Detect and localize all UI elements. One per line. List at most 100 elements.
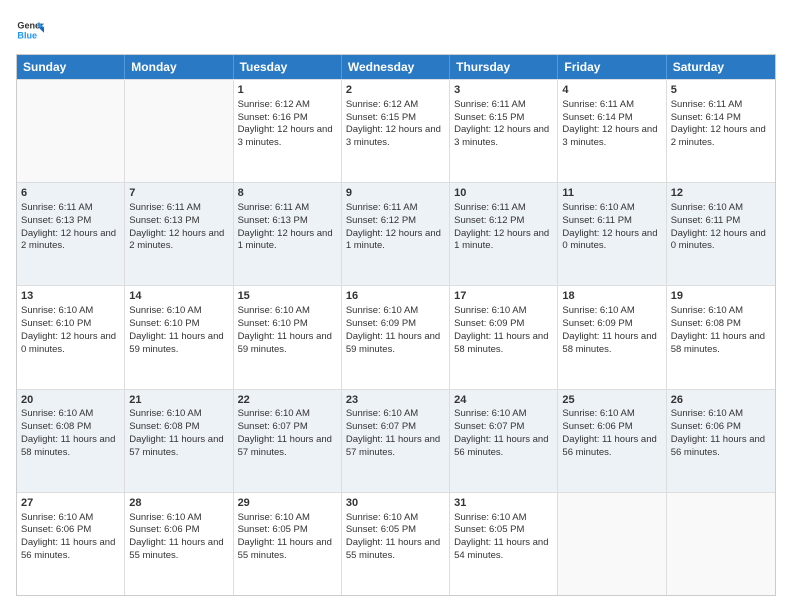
day-info: Sunrise: 6:10 AM Sunset: 6:10 PM Dayligh… [21, 305, 116, 354]
day-number: 19 [671, 289, 771, 304]
day-number: 27 [21, 496, 120, 511]
calendar-cell: 16Sunrise: 6:10 AM Sunset: 6:09 PM Dayli… [342, 286, 450, 388]
day-number: 12 [671, 186, 771, 201]
calendar-cell: 7Sunrise: 6:11 AM Sunset: 6:13 PM Daylig… [125, 183, 233, 285]
calendar-cell: 12Sunrise: 6:10 AM Sunset: 6:11 PM Dayli… [667, 183, 775, 285]
day-number: 24 [454, 393, 553, 408]
day-info: Sunrise: 6:11 AM Sunset: 6:14 PM Dayligh… [562, 99, 657, 148]
calendar-cell: 8Sunrise: 6:11 AM Sunset: 6:13 PM Daylig… [234, 183, 342, 285]
day-number: 11 [562, 186, 661, 201]
calendar-cell: 30Sunrise: 6:10 AM Sunset: 6:05 PM Dayli… [342, 493, 450, 595]
day-info: Sunrise: 6:10 AM Sunset: 6:08 PM Dayligh… [129, 408, 223, 457]
day-number: 7 [129, 186, 228, 201]
weekday-header: Monday [125, 55, 233, 79]
day-info: Sunrise: 6:10 AM Sunset: 6:05 PM Dayligh… [454, 512, 548, 561]
day-number: 31 [454, 496, 553, 511]
logo: General Blue [16, 16, 44, 44]
day-info: Sunrise: 6:11 AM Sunset: 6:13 PM Dayligh… [129, 202, 224, 251]
calendar-cell: 20Sunrise: 6:10 AM Sunset: 6:08 PM Dayli… [17, 390, 125, 492]
day-number: 18 [562, 289, 661, 304]
calendar-row: 20Sunrise: 6:10 AM Sunset: 6:08 PM Dayli… [17, 389, 775, 492]
day-info: Sunrise: 6:11 AM Sunset: 6:15 PM Dayligh… [454, 99, 549, 148]
day-number: 20 [21, 393, 120, 408]
day-info: Sunrise: 6:10 AM Sunset: 6:10 PM Dayligh… [238, 305, 332, 354]
day-number: 17 [454, 289, 553, 304]
day-number: 28 [129, 496, 228, 511]
day-number: 14 [129, 289, 228, 304]
day-number: 9 [346, 186, 445, 201]
day-info: Sunrise: 6:10 AM Sunset: 6:06 PM Dayligh… [562, 408, 656, 457]
day-number: 21 [129, 393, 228, 408]
calendar-cell: 24Sunrise: 6:10 AM Sunset: 6:07 PM Dayli… [450, 390, 558, 492]
day-number: 26 [671, 393, 771, 408]
day-number: 8 [238, 186, 337, 201]
day-info: Sunrise: 6:10 AM Sunset: 6:06 PM Dayligh… [671, 408, 765, 457]
day-info: Sunrise: 6:10 AM Sunset: 6:06 PM Dayligh… [129, 512, 223, 561]
calendar-cell: 2Sunrise: 6:12 AM Sunset: 6:15 PM Daylig… [342, 80, 450, 182]
day-info: Sunrise: 6:11 AM Sunset: 6:13 PM Dayligh… [21, 202, 116, 251]
calendar-cell: 26Sunrise: 6:10 AM Sunset: 6:06 PM Dayli… [667, 390, 775, 492]
calendar-cell: 17Sunrise: 6:10 AM Sunset: 6:09 PM Dayli… [450, 286, 558, 388]
day-number: 6 [21, 186, 120, 201]
day-number: 2 [346, 83, 445, 98]
empty-cell [558, 493, 666, 595]
calendar-cell: 5Sunrise: 6:11 AM Sunset: 6:14 PM Daylig… [667, 80, 775, 182]
day-info: Sunrise: 6:10 AM Sunset: 6:09 PM Dayligh… [562, 305, 656, 354]
weekday-header: Friday [558, 55, 666, 79]
day-info: Sunrise: 6:10 AM Sunset: 6:11 PM Dayligh… [671, 202, 766, 251]
calendar-row: 27Sunrise: 6:10 AM Sunset: 6:06 PM Dayli… [17, 492, 775, 595]
calendar-cell: 10Sunrise: 6:11 AM Sunset: 6:12 PM Dayli… [450, 183, 558, 285]
weekday-header: Saturday [667, 55, 775, 79]
empty-cell [125, 80, 233, 182]
header: General Blue [16, 16, 776, 44]
calendar-row: 13Sunrise: 6:10 AM Sunset: 6:10 PM Dayli… [17, 285, 775, 388]
day-info: Sunrise: 6:11 AM Sunset: 6:13 PM Dayligh… [238, 202, 333, 251]
day-number: 15 [238, 289, 337, 304]
calendar-cell: 9Sunrise: 6:11 AM Sunset: 6:12 PM Daylig… [342, 183, 450, 285]
day-info: Sunrise: 6:10 AM Sunset: 6:07 PM Dayligh… [238, 408, 332, 457]
calendar-header: SundayMondayTuesdayWednesdayThursdayFrid… [17, 55, 775, 79]
calendar-cell: 22Sunrise: 6:10 AM Sunset: 6:07 PM Dayli… [234, 390, 342, 492]
day-info: Sunrise: 6:10 AM Sunset: 6:08 PM Dayligh… [21, 408, 115, 457]
day-number: 25 [562, 393, 661, 408]
calendar-cell: 15Sunrise: 6:10 AM Sunset: 6:10 PM Dayli… [234, 286, 342, 388]
day-number: 16 [346, 289, 445, 304]
calendar-cell: 3Sunrise: 6:11 AM Sunset: 6:15 PM Daylig… [450, 80, 558, 182]
day-info: Sunrise: 6:10 AM Sunset: 6:05 PM Dayligh… [346, 512, 440, 561]
day-info: Sunrise: 6:12 AM Sunset: 6:16 PM Dayligh… [238, 99, 333, 148]
day-number: 30 [346, 496, 445, 511]
logo-icon: General Blue [16, 16, 44, 44]
calendar-cell: 28Sunrise: 6:10 AM Sunset: 6:06 PM Dayli… [125, 493, 233, 595]
day-info: Sunrise: 6:10 AM Sunset: 6:09 PM Dayligh… [454, 305, 548, 354]
calendar-cell: 25Sunrise: 6:10 AM Sunset: 6:06 PM Dayli… [558, 390, 666, 492]
weekday-header: Tuesday [234, 55, 342, 79]
day-number: 1 [238, 83, 337, 98]
day-info: Sunrise: 6:10 AM Sunset: 6:07 PM Dayligh… [346, 408, 440, 457]
calendar-cell: 19Sunrise: 6:10 AM Sunset: 6:08 PM Dayli… [667, 286, 775, 388]
day-info: Sunrise: 6:10 AM Sunset: 6:08 PM Dayligh… [671, 305, 765, 354]
calendar-cell: 4Sunrise: 6:11 AM Sunset: 6:14 PM Daylig… [558, 80, 666, 182]
empty-cell [17, 80, 125, 182]
empty-cell [667, 493, 775, 595]
day-info: Sunrise: 6:11 AM Sunset: 6:14 PM Dayligh… [671, 99, 766, 148]
calendar-cell: 29Sunrise: 6:10 AM Sunset: 6:05 PM Dayli… [234, 493, 342, 595]
day-info: Sunrise: 6:10 AM Sunset: 6:06 PM Dayligh… [21, 512, 115, 561]
svg-text:Blue: Blue [17, 30, 37, 40]
day-number: 29 [238, 496, 337, 511]
day-info: Sunrise: 6:11 AM Sunset: 6:12 PM Dayligh… [454, 202, 549, 251]
day-number: 23 [346, 393, 445, 408]
calendar: SundayMondayTuesdayWednesdayThursdayFrid… [16, 54, 776, 596]
calendar-row: 6Sunrise: 6:11 AM Sunset: 6:13 PM Daylig… [17, 182, 775, 285]
calendar-body: 1Sunrise: 6:12 AM Sunset: 6:16 PM Daylig… [17, 79, 775, 595]
day-number: 13 [21, 289, 120, 304]
weekday-header: Thursday [450, 55, 558, 79]
calendar-cell: 1Sunrise: 6:12 AM Sunset: 6:16 PM Daylig… [234, 80, 342, 182]
day-number: 22 [238, 393, 337, 408]
calendar-cell: 21Sunrise: 6:10 AM Sunset: 6:08 PM Dayli… [125, 390, 233, 492]
day-number: 3 [454, 83, 553, 98]
day-info: Sunrise: 6:10 AM Sunset: 6:05 PM Dayligh… [238, 512, 332, 561]
calendar-cell: 31Sunrise: 6:10 AM Sunset: 6:05 PM Dayli… [450, 493, 558, 595]
day-info: Sunrise: 6:10 AM Sunset: 6:11 PM Dayligh… [562, 202, 657, 251]
calendar-cell: 11Sunrise: 6:10 AM Sunset: 6:11 PM Dayli… [558, 183, 666, 285]
day-info: Sunrise: 6:10 AM Sunset: 6:09 PM Dayligh… [346, 305, 440, 354]
